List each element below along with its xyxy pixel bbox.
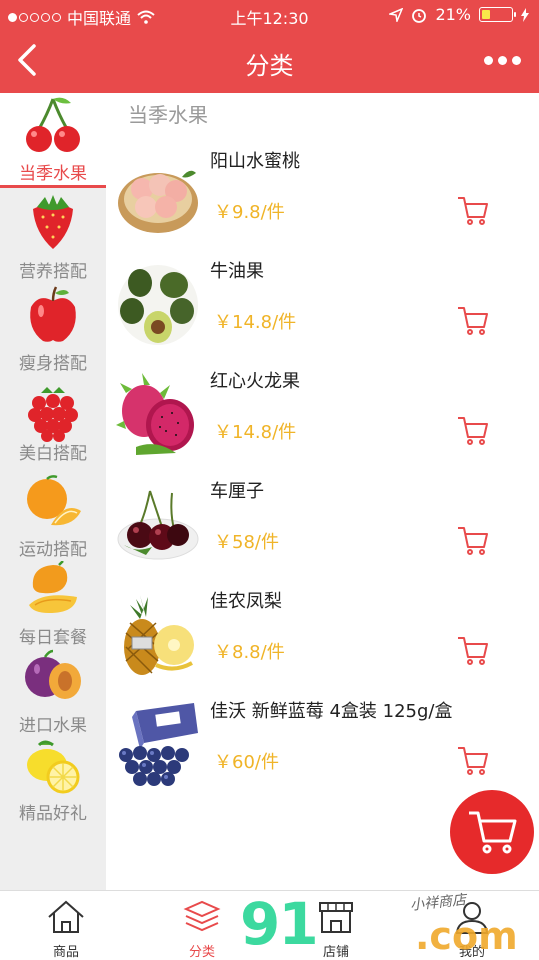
product-price: ￥8.8/件 — [214, 642, 285, 663]
peach-image — [118, 170, 198, 233]
section-title: 当季水果 — [128, 103, 208, 127]
sidebar-item-label: 美白搭配 — [19, 444, 87, 464]
plum-icon — [25, 649, 81, 699]
sidebar-item-daily-set[interactable]: 每日套餐 — [0, 561, 106, 648]
sidebar-item-premium-gifts[interactable]: 精品好礼 — [0, 737, 106, 827]
floating-cart-button[interactable] — [450, 790, 534, 874]
add-to-cart-icon[interactable] — [456, 635, 490, 667]
tab-categories[interactable]: 分类 — [162, 891, 242, 960]
category-sidebar: 当季水果 营养搭配 瘦身搭配 美白搭配 运动搭配 每日套餐 进口水果 精品好礼 — [0, 93, 106, 890]
home-icon — [48, 900, 84, 933]
sidebar-item-label: 营养搭配 — [19, 262, 87, 282]
location-arrow-icon — [389, 7, 404, 22]
sidebar-item-label: 运动搭配 — [19, 540, 87, 560]
add-to-cart-icon[interactable] — [456, 525, 490, 557]
sidebar-item-label: 当季水果 — [19, 164, 87, 184]
apple-icon — [30, 286, 76, 342]
cherry-image — [117, 490, 199, 560]
battery-icon — [479, 7, 516, 22]
product-item[interactable]: 佳沃 新鲜蓝莓 4盒装 125g/盒 ￥60/件 — [106, 693, 539, 803]
blueberry-image — [119, 703, 198, 786]
sidebar-item-label: 精品好礼 — [19, 804, 87, 824]
sidebar-item-label: 瘦身搭配 — [19, 354, 87, 374]
bottom-tab-bar: 商品 分类 店铺 我的 — [0, 890, 539, 960]
tab-label: 分类 — [188, 945, 215, 960]
sidebar-item-whitening-combo[interactable]: 美白搭配 — [0, 377, 106, 473]
add-to-cart-icon[interactable] — [456, 305, 490, 337]
sidebar-item-label: 进口水果 — [19, 716, 87, 736]
product-name: 红心火龙果 — [210, 371, 300, 392]
add-to-cart-icon[interactable] — [456, 195, 490, 227]
product-item[interactable]: 红心火龙果 ￥14.8/件 — [106, 363, 539, 473]
add-to-cart-icon[interactable] — [456, 415, 490, 447]
avocado-image — [118, 265, 198, 345]
product-name: 阳山水蜜桃 — [210, 151, 300, 172]
cherry-icon — [26, 97, 80, 152]
nav-bar: 分类 — [0, 30, 539, 93]
charging-bolt-icon — [521, 7, 529, 22]
sidebar-item-label: 每日套餐 — [19, 628, 87, 648]
tab-profile[interactable]: 我的 — [432, 891, 512, 960]
status-bar: 中国联通 上午12:30 21% — [0, 0, 539, 30]
add-to-cart-icon[interactable] — [456, 745, 490, 777]
product-name: 佳沃 新鲜蓝莓 4盒装 125g/盒 — [210, 701, 453, 722]
raspberry-icon — [28, 387, 78, 442]
user-icon — [455, 902, 489, 934]
tab-label: 我的 — [458, 945, 485, 960]
strawberry-icon — [33, 195, 73, 249]
product-list-panel: 当季水果 阳山水蜜桃 ￥9.8/件 牛油果 ￥14.8/件 红心火龙果 ￥14.… — [106, 93, 539, 890]
shop-icon — [319, 902, 353, 933]
product-item[interactable]: 车厘子 ￥58/件 — [106, 473, 539, 583]
tab-label: 店铺 — [322, 945, 349, 960]
product-price: ￥14.8/件 — [214, 422, 297, 443]
product-item[interactable]: 佳农凤梨 ￥8.8/件 — [106, 583, 539, 693]
product-price: ￥60/件 — [214, 752, 279, 773]
tab-products[interactable]: 商品 — [26, 891, 106, 960]
sidebar-item-imported-fruit[interactable]: 进口水果 — [0, 647, 106, 737]
pineapple-image — [124, 595, 194, 675]
product-name: 车厘子 — [210, 481, 264, 502]
product-price: ￥58/件 — [214, 532, 279, 553]
cart-icon — [469, 811, 517, 854]
product-price: ￥14.8/件 — [214, 312, 297, 333]
sidebar-item-nutrition-combo[interactable]: 营养搭配 — [0, 189, 106, 282]
tab-label: 商品 — [52, 945, 79, 960]
alarm-icon — [412, 8, 427, 23]
product-name: 牛油果 — [210, 261, 264, 282]
product-item[interactable]: 牛油果 ￥14.8/件 — [106, 253, 539, 363]
sidebar-item-sports-combo[interactable]: 运动搭配 — [0, 473, 106, 561]
lemon-icon — [27, 740, 80, 794]
sidebar-item-slimming-combo[interactable]: 瘦身搭配 — [0, 281, 106, 377]
sidebar-item-seasonal-fruit[interactable]: 当季水果 — [0, 93, 106, 188]
orange-icon — [27, 475, 81, 526]
battery-percent: 21% — [435, 5, 471, 24]
product-item[interactable]: 阳山水蜜桃 ￥9.8/件 — [106, 143, 539, 253]
layers-icon — [183, 900, 221, 932]
more-options-icon[interactable] — [484, 56, 521, 65]
dragonfruit-image — [116, 373, 194, 455]
page-title: 分类 — [245, 52, 294, 80]
product-price: ￥9.8/件 — [214, 202, 285, 223]
mango-icon — [29, 561, 77, 613]
product-name: 佳农凤梨 — [210, 591, 282, 612]
tab-shop[interactable]: 店铺 — [296, 891, 376, 960]
